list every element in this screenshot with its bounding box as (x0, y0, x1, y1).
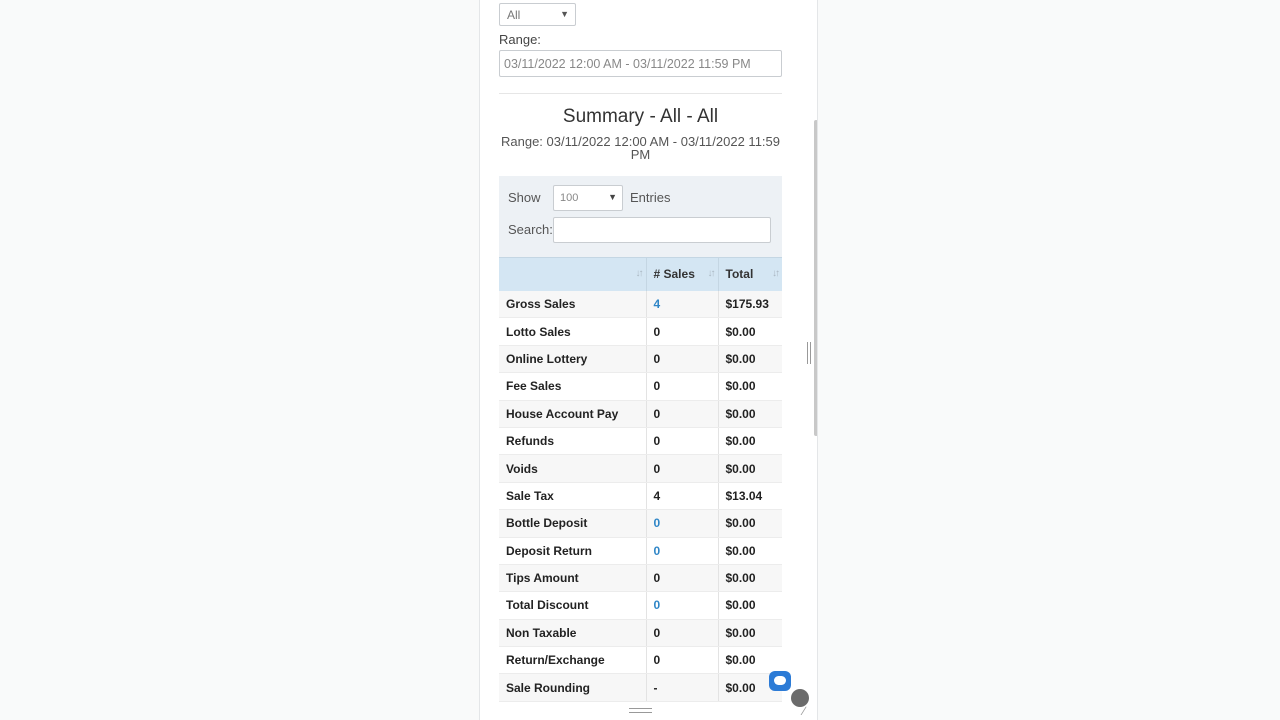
filter-select[interactable]: All ▼ (499, 3, 576, 26)
entries-select[interactable]: 100 ▼ (553, 185, 623, 211)
row-total: $0.00 (718, 400, 782, 428)
row-label: Lotto Sales (499, 317, 647, 346)
entries-select-value: 100 (560, 192, 579, 204)
row-label: Bottle Deposit (499, 509, 647, 538)
table-row: Voids 0 $0.00 (499, 454, 782, 483)
row-total: $0.00 (718, 564, 782, 593)
range-label: Range: (499, 32, 541, 47)
row-sales-count: 0 (646, 619, 719, 648)
chevron-down-icon: ▼ (608, 192, 617, 202)
table-row: Tips Amount 0 $0.00 (499, 564, 782, 593)
column-header-sales-text: # Sales (653, 267, 695, 282)
widget-dot[interactable] (791, 689, 809, 707)
row-sales-count: 4 (646, 482, 719, 511)
summary-range-line2: PM (630, 147, 651, 162)
summary-range: Range: 03/11/2022 12:00 AM - 03/11/2022 … (499, 135, 782, 161)
row-label: Non Taxable (499, 619, 647, 648)
search-input[interactable] (553, 217, 771, 243)
chevron-down-icon: ▼ (560, 9, 569, 19)
summary-title: Summary - All - All (562, 106, 719, 127)
row-sales-count: 0 (646, 372, 719, 401)
row-sales-count: 0 (646, 317, 719, 346)
table-row: Sale Tax 4 $13.04 (499, 482, 782, 511)
table-row: Lotto Sales 0 $0.00 (499, 317, 782, 346)
row-total: $0.00 (718, 345, 782, 374)
row-label: Deposit Return (499, 537, 647, 565)
row-label: Online Lottery (499, 345, 647, 374)
row-sales-count: 0 (646, 427, 719, 456)
table-row: Sale Rounding - $0.00 (499, 673, 782, 702)
table-row: Gross Sales 4 $175.93 (499, 290, 782, 319)
row-total: $0.00 (718, 619, 782, 648)
range-input[interactable]: 03/11/2022 12:00 AM - 03/11/2022 11:59 P… (499, 50, 782, 77)
table-body: Gross Sales 4 $175.93 Lotto Sales 0 $0.00 Onli… (499, 290, 782, 702)
row-total: $0.00 (718, 591, 782, 620)
row-sales-count[interactable]: 0 (646, 537, 719, 565)
search-label: Search: (508, 222, 553, 237)
row-total: $0.00 (718, 509, 782, 538)
column-header-sales[interactable]: # Sales ↓↑ (646, 257, 719, 291)
table-row: Total Discount 0 $0.00 (499, 591, 782, 620)
column-header-label[interactable]: ↓↑ (499, 257, 647, 291)
row-total: $0.00 (718, 317, 782, 346)
row-total: $0.00 (718, 537, 782, 565)
divider (499, 93, 782, 94)
row-label: Sale Rounding (499, 673, 647, 702)
entries-label: Entries (630, 190, 671, 205)
sort-icon: ↓↑ (707, 268, 716, 279)
row-total: $175.93 (718, 290, 782, 319)
row-label: Gross Sales (499, 290, 647, 319)
column-header-total-text: Total (725, 267, 754, 282)
row-total: $0.00 (718, 372, 782, 401)
row-sales-count: - (646, 673, 719, 702)
row-label: Tips Amount (499, 564, 647, 593)
table-row: House Account Pay 0 $0.00 (499, 400, 782, 428)
row-sales-count: 0 (646, 345, 719, 374)
sort-icon: ↓↑ (772, 268, 780, 279)
row-label: Total Discount (499, 591, 647, 620)
row-sales-count[interactable]: 0 (646, 509, 719, 538)
row-label: House Account Pay (499, 400, 647, 428)
table-row: Refunds 0 $0.00 (499, 427, 782, 456)
table-row: Bottle Deposit 0 $0.00 (499, 509, 782, 538)
column-header-total[interactable]: Total ↓↑ (718, 257, 782, 291)
row-sales-count[interactable]: 4 (646, 290, 719, 319)
table-row: Return/Exchange 0 $0.00 (499, 646, 782, 675)
filter-select-value: All (507, 8, 521, 22)
summary-table: ↓↑ # Sales ↓↑ Total ↓↑ Gross Sales 4 $175.93… (499, 257, 782, 702)
chat-icon[interactable] (769, 671, 791, 691)
row-total: $0.00 (718, 427, 782, 456)
row-sales-count: 0 (646, 646, 719, 675)
row-sales-count: 0 (646, 454, 719, 483)
row-label: Sale Tax (499, 482, 647, 511)
row-total: $0.00 (718, 646, 782, 675)
table-row: Non Taxable 0 $0.00 (499, 619, 782, 648)
row-label: Fee Sales (499, 372, 647, 401)
row-label: Voids (499, 454, 647, 483)
row-label: Refunds (499, 427, 647, 456)
row-total: $13.04 (718, 482, 782, 511)
show-label: Show (508, 190, 541, 205)
row-sales-count: 0 (646, 400, 719, 428)
sort-icon: ↓↑ (635, 268, 644, 279)
report-frame: All ▼ Range: 03/11/2022 12:00 AM - 03/11… (479, 0, 818, 720)
table-controls: Show 100 ▼ Entries Search: (499, 176, 782, 257)
row-sales-count: 0 (646, 564, 719, 593)
row-total: $0.00 (718, 454, 782, 483)
table-row: Deposit Return 0 $0.00 (499, 537, 782, 565)
row-label: Return/Exchange (499, 646, 647, 675)
bottom-resize-handle[interactable] (629, 708, 652, 713)
side-resize-handle[interactable] (807, 342, 811, 364)
table-row: Fee Sales 0 $0.00 (499, 372, 782, 401)
row-sales-count[interactable]: 0 (646, 591, 719, 620)
table-row: Online Lottery 0 $0.00 (499, 345, 782, 374)
scrollbar[interactable] (814, 120, 817, 436)
